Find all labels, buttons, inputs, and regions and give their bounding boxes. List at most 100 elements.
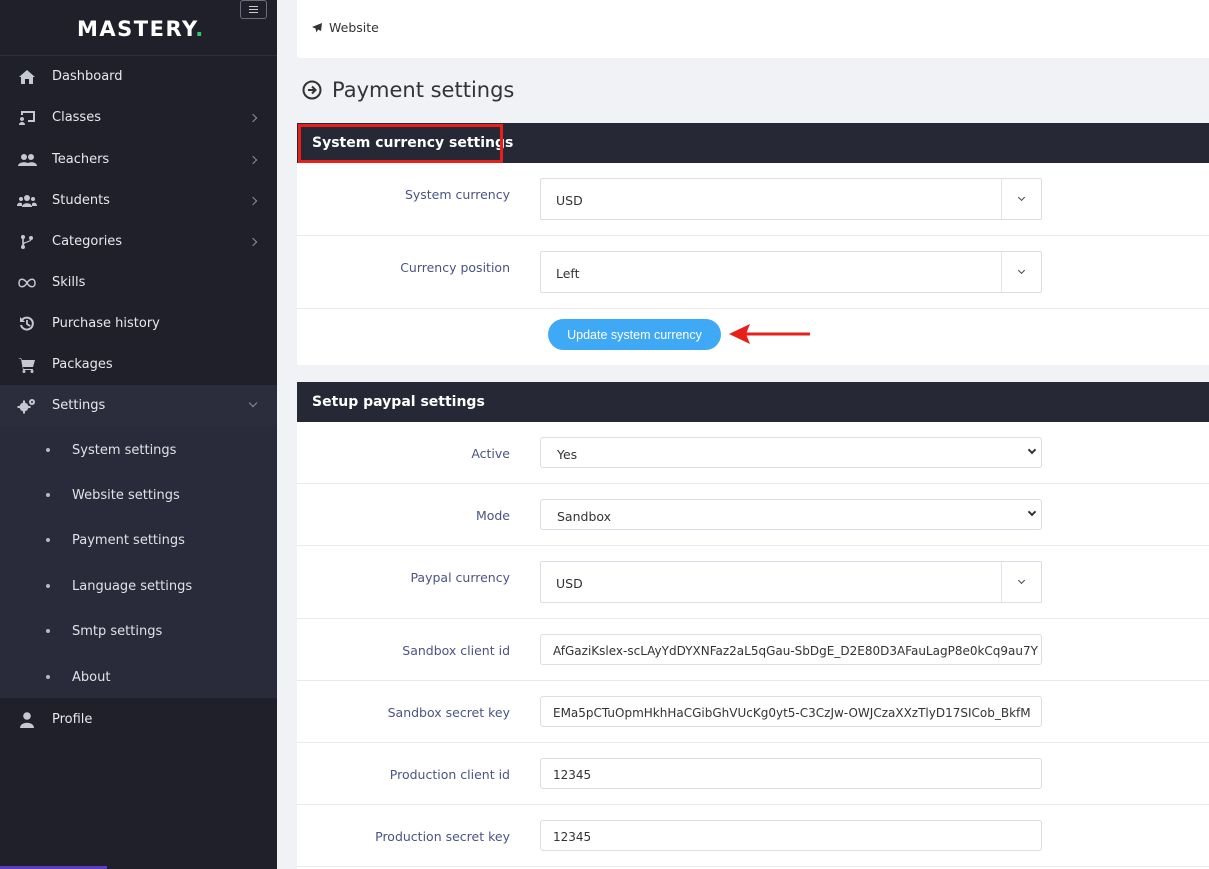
user-group-icon <box>17 191 37 211</box>
submenu-label: System settings <box>72 442 177 458</box>
sidebar-item-label: Dashboard <box>52 69 123 84</box>
page-title-text: Payment settings <box>332 78 515 102</box>
submenu-item-smtp-settings[interactable]: Smtp settings <box>0 611 277 651</box>
submenu-label: Smtp settings <box>72 623 163 639</box>
bullet-icon <box>46 538 50 542</box>
active-select[interactable]: Yes <box>540 437 1042 468</box>
select-value: Sandbox <box>557 509 612 524</box>
production-secret-key-label: Production secret key <box>375 829 510 844</box>
form-row-paypal-currency: Paypal currency USD <box>297 546 1209 619</box>
system-currency-select[interactable]: USD <box>540 178 1042 220</box>
paypal-currency-select[interactable]: USD <box>540 561 1042 603</box>
submenu-label: Language settings <box>72 578 193 594</box>
submenu-label: About <box>72 669 111 685</box>
input-value: EMa5pCTuOpmHkhHaCGibGhVUcKg0yt5-C3CzJw-O… <box>553 706 1031 720</box>
sidebar-item-packages[interactable]: Packages <box>0 344 277 385</box>
sidebar-item-classes[interactable]: Classes <box>0 97 277 138</box>
select-value: USD <box>556 576 583 591</box>
sidebar-item-label: Teachers <box>52 152 110 167</box>
sandbox-secret-key-input[interactable]: EMa5pCTuOpmHkhHaCGibGhVUcKg0yt5-C3CzJw-O… <box>540 696 1042 727</box>
logo[interactable]: MASTERY. <box>0 0 277 56</box>
sidebar-item-students[interactable]: Students <box>0 180 277 221</box>
chevron-down-icon <box>1017 576 1026 585</box>
page-title: Payment settings <box>302 78 514 102</box>
sidebar-item-teachers[interactable]: Teachers <box>0 139 277 180</box>
users-icon <box>17 150 37 170</box>
card-title: System currency settings <box>312 135 514 151</box>
chevron-right-icon <box>248 113 258 122</box>
sidebar-item-categories[interactable]: Categories <box>0 221 277 262</box>
select-value: USD <box>556 193 583 208</box>
form-row-mode: Mode Sandbox <box>297 484 1209 546</box>
sidebar-item-label: Categories <box>52 234 123 249</box>
logo-dot: . <box>195 17 205 41</box>
chevron-down-icon <box>1017 193 1026 202</box>
sandbox-client-id-input[interactable]: AfGaziKslex-scLAyYdDYXNFaz2aL5qGau-SbDgE… <box>540 634 1042 665</box>
form-row-currency-position: Currency position Left <box>297 236 1209 309</box>
annotation-arrow-icon <box>729 324 810 344</box>
form-row-production-secret-key: Production secret key 12345 <box>297 805 1209 867</box>
chevron-down-icon <box>1017 266 1026 275</box>
logo-text: MASTERY. <box>77 17 205 41</box>
production-client-id-input[interactable]: 12345 <box>540 758 1042 789</box>
submenu-item-payment-settings[interactable]: Payment settings <box>0 520 277 560</box>
user-icon <box>17 710 37 730</box>
form-row-active: Active Yes <box>297 422 1209 484</box>
sidebar-item-label: Classes <box>52 110 101 125</box>
sidebar-item-purchase-history[interactable]: Purchase history <box>0 303 277 344</box>
sidebar-item-label: Purchase history <box>52 316 160 331</box>
submenu-item-about[interactable]: About <box>0 657 277 697</box>
cart-icon <box>17 355 37 375</box>
bullet-icon <box>46 584 50 588</box>
sandbox-client-id-label: Sandbox client id <box>402 643 510 658</box>
sandbox-secret-key-label: Sandbox secret key <box>387 705 510 720</box>
select-value: Yes <box>557 447 578 462</box>
chalkboard-icon <box>17 108 37 128</box>
home-icon <box>17 67 37 87</box>
submenu-item-system-settings[interactable]: System settings <box>0 430 277 470</box>
bullet-icon <box>46 493 50 497</box>
submenu-label: Website settings <box>72 487 180 503</box>
sidebar-item-label: Skills <box>52 275 86 290</box>
sidebar-item-profile[interactable]: Profile <box>0 699 277 740</box>
mode-select[interactable]: Sandbox <box>540 499 1042 530</box>
currency-position-select[interactable]: Left <box>540 251 1042 293</box>
input-value: 12345 <box>553 768 592 782</box>
history-icon <box>17 314 37 334</box>
submenu-label: Payment settings <box>72 532 185 548</box>
form-row-system-currency: System currency USD <box>297 163 1209 236</box>
paypal-currency-label: Paypal currency <box>410 570 510 585</box>
infinity-icon <box>17 273 37 293</box>
arrow-circle-right-icon <box>302 80 322 100</box>
select-value: Left <box>556 266 580 281</box>
sidebar-item-label: Settings <box>52 398 106 413</box>
menu-toggle-icon[interactable] <box>240 0 267 19</box>
sidebar-item-label: Students <box>52 193 110 208</box>
sidebar-item-skills[interactable]: Skills <box>0 262 277 303</box>
sidebar-item-dashboard[interactable]: Dashboard <box>0 56 277 97</box>
currency-position-label: Currency position <box>400 260 510 275</box>
sidebar-item-label: Packages <box>52 357 113 372</box>
branch-icon <box>17 232 37 252</box>
logo-word: MASTERY <box>77 17 196 41</box>
submenu-item-website-settings[interactable]: Website settings <box>0 475 277 515</box>
chevron-down-icon <box>248 398 258 408</box>
top-bar: Website <box>297 0 1209 58</box>
form-row-production-client-id: Production client id 12345 <box>297 743 1209 805</box>
website-link[interactable]: Website <box>311 20 379 35</box>
input-value: AfGaziKslex-scLAyYdDYXNFaz2aL5qGau-SbDgE… <box>553 644 1038 658</box>
card-header: Setup paypal settings <box>297 382 1209 422</box>
sidebar-item-settings[interactable]: Settings <box>0 385 277 426</box>
production-secret-key-input[interactable]: 12345 <box>540 820 1042 851</box>
form-row-sandbox-client-id: Sandbox client id AfGaziKslex-scLAyYdDYX… <box>297 619 1209 681</box>
bullet-icon <box>46 448 50 452</box>
active-label: Active <box>471 446 510 461</box>
system-currency-label: System currency <box>404 187 510 202</box>
update-system-currency-button[interactable]: Update system currency <box>548 319 721 350</box>
settings-submenu: System settings Website settings Payment… <box>0 426 277 698</box>
chevron-down-icon <box>1027 507 1037 517</box>
card-title: Setup paypal settings <box>312 394 485 410</box>
submenu-item-language-settings[interactable]: Language settings <box>0 566 277 606</box>
input-value: 12345 <box>553 830 592 844</box>
chevron-right-icon <box>248 155 258 164</box>
